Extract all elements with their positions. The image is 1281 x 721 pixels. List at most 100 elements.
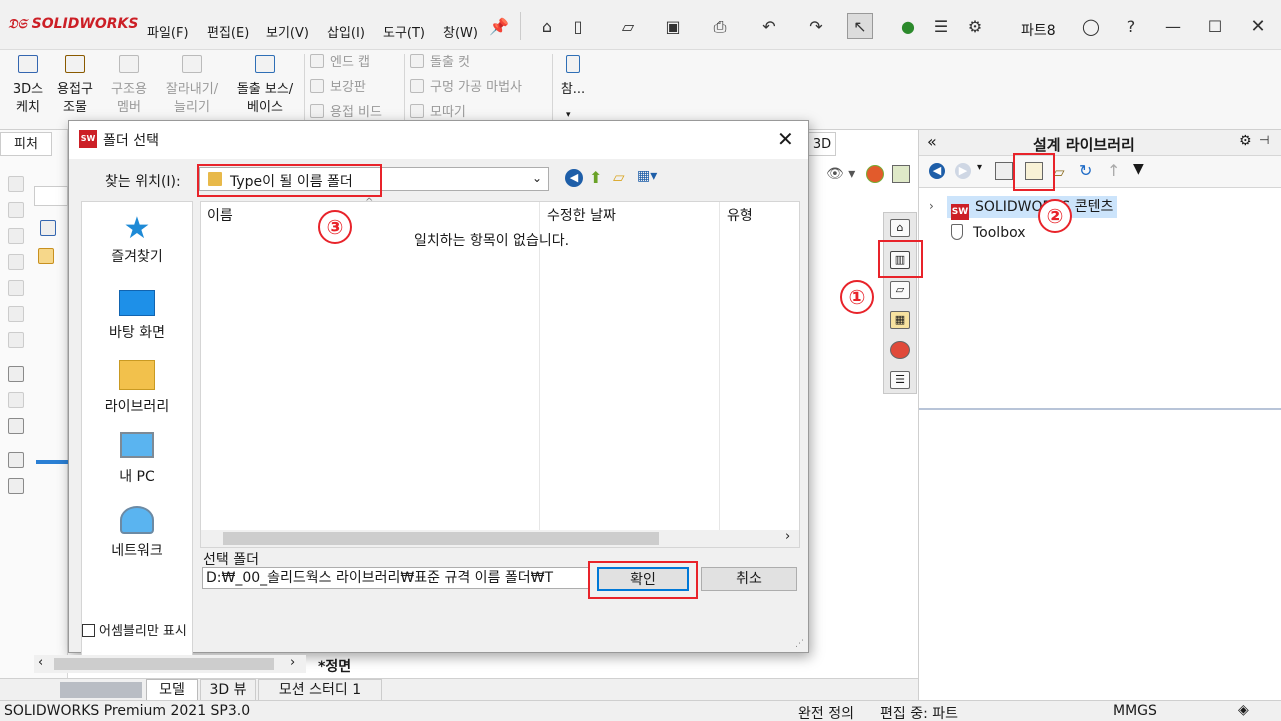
toolbar-icon[interactable] bbox=[8, 280, 24, 296]
menu-view[interactable]: 보기(V) bbox=[266, 22, 309, 41]
select-cursor-icon[interactable]: ↖ bbox=[847, 13, 873, 39]
tab-features[interactable]: 피처 bbox=[0, 132, 52, 156]
redo-icon[interactable]: ↷ bbox=[803, 14, 829, 40]
view-menu-icon[interactable]: ▦▾ bbox=[637, 168, 657, 184]
toolbar-icon[interactable] bbox=[8, 176, 24, 192]
toolbar-icon[interactable] bbox=[8, 418, 24, 434]
toolbar-icon[interactable] bbox=[8, 478, 24, 494]
appearance-icon[interactable] bbox=[866, 165, 884, 183]
forward-arrow-icon[interactable]: ▶ bbox=[955, 163, 971, 179]
place-this-pc[interactable]: 내 PC bbox=[82, 428, 192, 486]
scrollbar-thumb[interactable] bbox=[223, 532, 659, 545]
up-one-level-icon[interactable]: ↑ bbox=[1107, 161, 1120, 180]
extruded-cut-button[interactable]: 돌출 컷 bbox=[410, 52, 470, 74]
scroll-left-icon[interactable]: ‹ bbox=[38, 655, 43, 670]
pin-panel-icon[interactable]: ⊣ bbox=[1259, 133, 1269, 147]
pin-icon[interactable]: 📌 bbox=[486, 14, 512, 40]
column-divider[interactable] bbox=[539, 202, 540, 530]
toolbar-icon[interactable] bbox=[8, 452, 24, 468]
toolbar-icon[interactable] bbox=[8, 392, 24, 408]
3d-sketch-button[interactable]: 3D스 케치 bbox=[8, 55, 48, 117]
back-arrow-icon[interactable]: ◀ bbox=[929, 163, 945, 179]
place-desktop[interactable]: 바탕 화면 bbox=[82, 286, 192, 342]
new-folder-icon[interactable]: ▱ bbox=[613, 168, 625, 186]
save-icon[interactable]: ▣ bbox=[660, 14, 686, 40]
resize-grip-icon[interactable]: ⋰ bbox=[795, 639, 804, 649]
appearances-icon[interactable] bbox=[890, 341, 910, 359]
menu-tools[interactable]: 도구(T) bbox=[383, 22, 425, 41]
maximize-button[interactable]: ☐ bbox=[1202, 14, 1228, 40]
view-toolbar-icon[interactable]: 👁 ▾ bbox=[826, 166, 855, 182]
dialog-close-button[interactable]: ✕ bbox=[777, 127, 794, 151]
column-header-name[interactable]: 이름 bbox=[207, 205, 233, 225]
place-favorites[interactable]: ★ 즐겨찾기 bbox=[82, 212, 192, 266]
selected-folder-field[interactable]: D:₩_00_솔리드웍스 라이브러리₩표준 규격 이름 폴더₩T bbox=[202, 567, 590, 589]
help-icon[interactable]: ? bbox=[1118, 14, 1144, 40]
rollback-bar[interactable] bbox=[36, 460, 68, 464]
tab-motion-study[interactable]: 모션 스터디 1 bbox=[258, 679, 382, 701]
chevron-down-icon[interactable]: ▾ bbox=[977, 162, 982, 173]
add-to-library-icon[interactable] bbox=[995, 162, 1013, 180]
chevron-down-icon[interactable]: ▾ bbox=[566, 110, 571, 120]
user-account-icon[interactable]: ◯ bbox=[1078, 14, 1104, 40]
settings-gear-icon[interactable]: ⚙ bbox=[1239, 133, 1252, 149]
tree-item-toolbox[interactable]: Toolbox bbox=[951, 222, 1026, 244]
custom-properties-icon[interactable]: ☰ bbox=[890, 371, 910, 389]
hole-wizard-button[interactable]: 구멍 가공 마법사 bbox=[410, 77, 522, 99]
tab-3d[interactable]: 3D bbox=[808, 132, 836, 156]
solidworks-logo[interactable]: 𝔇𝔖 SOLIDWORKS bbox=[8, 16, 138, 32]
extruded-boss-button[interactable]: 돌출 보스/ 베이스 bbox=[228, 55, 302, 117]
end-cap-button[interactable]: 엔드 캡 bbox=[310, 52, 370, 74]
menu-file[interactable]: 파일(F) bbox=[147, 22, 189, 41]
open-folder-icon[interactable]: ▱ bbox=[615, 14, 641, 40]
chevron-down-icon[interactable]: ⌄ bbox=[532, 171, 542, 185]
print-icon[interactable]: ⎙ bbox=[707, 14, 733, 40]
scroll-right-icon[interactable]: › bbox=[290, 655, 295, 670]
toolbar-icon[interactable] bbox=[8, 228, 24, 244]
minimize-button[interactable]: — bbox=[1160, 14, 1186, 40]
refresh-icon[interactable]: ↻ bbox=[1079, 161, 1092, 180]
weldment-button[interactable]: 용접구 조물 bbox=[52, 55, 98, 117]
structural-member-button[interactable]: 구조용 멤버 bbox=[104, 55, 154, 117]
view-palette-icon[interactable]: ▦ bbox=[890, 311, 910, 329]
solidworks-resources-icon[interactable]: ⌂ bbox=[890, 219, 910, 237]
assembly-only-checkbox[interactable]: 어셈블리만 표시 bbox=[82, 620, 187, 639]
toolbar-icon[interactable] bbox=[8, 306, 24, 322]
go-back-icon[interactable]: ◀ bbox=[565, 169, 583, 187]
column-header-type[interactable]: 유형 bbox=[727, 205, 753, 225]
cancel-button[interactable]: 취소 bbox=[701, 567, 797, 591]
gusset-button[interactable]: 보강판 bbox=[310, 77, 366, 99]
tree-item-solidworks-content[interactable]: SW SOLIDWORKS 콘텐츠 bbox=[947, 196, 1118, 220]
new-document-icon[interactable]: ▯ bbox=[565, 14, 591, 40]
file-list[interactable]: 이름 ^ 수정한 날짜 유형 일치하는 항목이 없습니다. › bbox=[200, 197, 800, 548]
up-folder-icon[interactable]: ⬆ bbox=[589, 168, 602, 187]
splitter[interactable] bbox=[919, 408, 1281, 410]
home-icon[interactable]: ⌂ bbox=[534, 14, 560, 40]
toolbar-icon[interactable] bbox=[8, 254, 24, 270]
column-header-modified[interactable]: 수정한 날짜 bbox=[547, 205, 616, 225]
scrollbar-thumb[interactable] bbox=[54, 658, 274, 670]
place-libraries[interactable]: 라이브러리 bbox=[82, 356, 192, 416]
scroll-right-icon[interactable]: › bbox=[785, 529, 790, 544]
tab-3d-view[interactable]: 3D 뷰 bbox=[200, 679, 256, 701]
toolbar-icon[interactable] bbox=[8, 366, 24, 382]
checkbox-box[interactable] bbox=[82, 624, 95, 637]
collapse-panel-icon[interactable]: « bbox=[927, 132, 937, 151]
toolbar-icon[interactable] bbox=[8, 202, 24, 218]
file-properties-icon[interactable]: ☰ bbox=[928, 14, 954, 40]
column-divider[interactable] bbox=[719, 202, 720, 530]
options-gear-icon[interactable]: ⚙ bbox=[962, 14, 988, 40]
menu-insert[interactable]: 삽입(I) bbox=[327, 22, 365, 41]
tab-model[interactable]: 모델 bbox=[146, 679, 198, 701]
graphics-horizontal-scrollbar[interactable]: ‹ › bbox=[34, 655, 306, 673]
toolbox-settings-icon[interactable]: ▼ bbox=[1133, 161, 1144, 177]
menu-edit[interactable]: 편집(E) bbox=[207, 22, 249, 41]
scene-icon[interactable] bbox=[892, 165, 910, 183]
close-window-button[interactable]: ✕ bbox=[1245, 14, 1271, 40]
menu-window[interactable]: 창(W) bbox=[443, 22, 478, 41]
reference-geometry-button[interactable]: 참... bbox=[558, 55, 588, 99]
filter-icon[interactable] bbox=[40, 220, 56, 236]
rebuild-status-icon[interactable]: ◈ bbox=[1238, 702, 1249, 718]
traffic-light-icon[interactable]: ● bbox=[895, 14, 921, 40]
undo-icon[interactable]: ↶ bbox=[756, 14, 782, 40]
